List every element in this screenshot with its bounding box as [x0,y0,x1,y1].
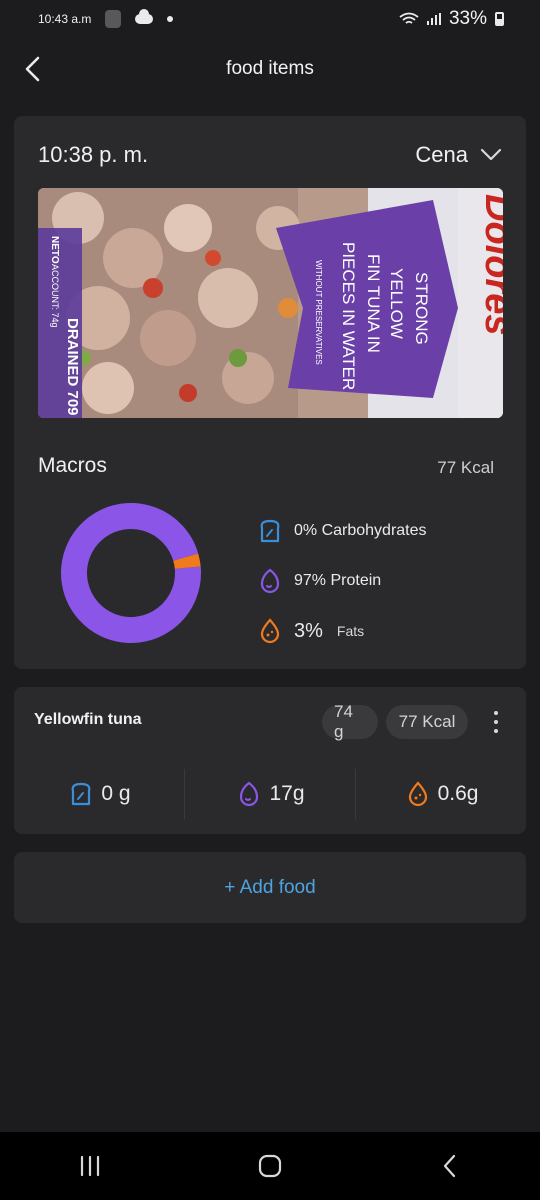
status-right: 33% [399,8,504,30]
drop-icon [260,618,280,644]
legend-fats-label: Fats [336,623,365,639]
macros-donut-chart [61,503,201,643]
legend-carbs: 0% Carbohydrates [256,506,427,556]
egg-icon [240,781,259,807]
more-dot [494,720,498,724]
legend-fats: 3% Fats [256,606,427,656]
wifi-icon [399,12,419,24]
battery-percent: 33% [448,8,487,29]
tuna-package-image: Dolores STRONG YELLOW FIN TUNA IN PIECES… [38,188,503,418]
photo-side2: ACCOUNT: 74g [50,264,60,328]
add-food-label: + Add food [224,876,316,898]
photo-line5: WITHOUT PRESERVATIVES [314,260,323,365]
donut-slice-fats [173,553,201,570]
weight-chip: 74 g [322,702,378,741]
chevron-left-icon [443,1154,456,1178]
nutrient-carbs-value: 0 g [101,782,131,805]
photo-side1: DRAINED 709 [64,318,81,416]
drop-icon [408,781,427,807]
home-button[interactable] [240,1136,300,1196]
more-options-button[interactable] [488,707,504,737]
meal-type-dropdown[interactable]: Cena [415,142,502,168]
home-icon [258,1154,282,1178]
bread-icon [71,782,91,806]
dot-icon [167,16,174,22]
recent-apps-button[interactable] [60,1136,120,1196]
legend-carbs-label: 0% Carbohydrates [294,522,427,539]
nutrient-fats: 0.6g [356,769,526,819]
macros-title: Macros [38,454,107,477]
photo-brand: Dolores [477,194,503,335]
status-time: 10:43 a.m [38,12,92,26]
status-bar: 10:43 a.m 33% [0,0,540,38]
notification-icon [105,10,122,28]
egg-icon [260,568,280,594]
chevron-down-icon [480,148,502,161]
photo-line1: STRONG [412,272,431,345]
macros-kcal-unit: Kcal [460,458,494,477]
cloud-icon [135,9,154,24]
system-back-button[interactable] [420,1136,480,1196]
page-title: food items [226,58,314,79]
system-nav-bar [0,1132,540,1200]
food-name: Yellowfin tuna [34,711,142,728]
meal-time[interactable]: 10:38 p. m. [38,142,148,168]
photo-line2: YELLOW [387,268,406,339]
photo-line4: PIECES IN WATER [339,242,358,390]
meal-type-label: Cena [415,142,468,167]
bread-icon [260,519,280,543]
add-food-button[interactable]: + Add food [14,852,526,923]
food-item-card[interactable]: Yellowfin tuna 74 g 77 Kcal 0 g 17g 0.6g [14,687,526,834]
nutrient-row: 0 g 17g 0.6g [14,769,526,819]
legend-protein: 97% Protein [256,556,427,606]
macros-kcal: 77 Kcal [437,458,494,478]
status-left: 10:43 a.m [38,9,174,28]
nutrient-carbs: 0 g [14,769,184,819]
more-dot [494,729,498,733]
kcal-chip: 77 Kcal [386,705,468,739]
food-photo[interactable]: Dolores STRONG YELLOW FIN TUNA IN PIECES… [38,188,503,418]
battery-icon [495,12,504,26]
meal-time-row: 10:38 p. m. Cena [38,140,502,170]
more-dot [494,711,498,715]
macros-kcal-value: 77 [437,458,457,477]
nutrient-fats-value: 0.6g [437,782,479,805]
recent-apps-icon [80,1155,100,1177]
signal-icon [426,13,441,25]
legend-fats-pct: 3% [294,619,323,642]
nutrient-protein-value: 17g [269,782,305,805]
photo-line3: FIN TUNA IN [364,254,383,353]
header: food items [0,38,540,100]
back-button[interactable] [18,52,46,86]
meal-card: 10:38 p. m. Cena Dolores STRONG YELLOW F… [14,116,526,669]
macros-legend: 0% Carbohydrates 97% Protein 3% Fats [256,506,427,656]
photo-side3: NETO [49,236,60,264]
nutrient-protein: 17g [185,769,355,819]
chevron-left-icon [25,56,40,82]
legend-protein-label: 97% Protein [294,572,382,589]
donut-slice-protein [61,503,201,643]
